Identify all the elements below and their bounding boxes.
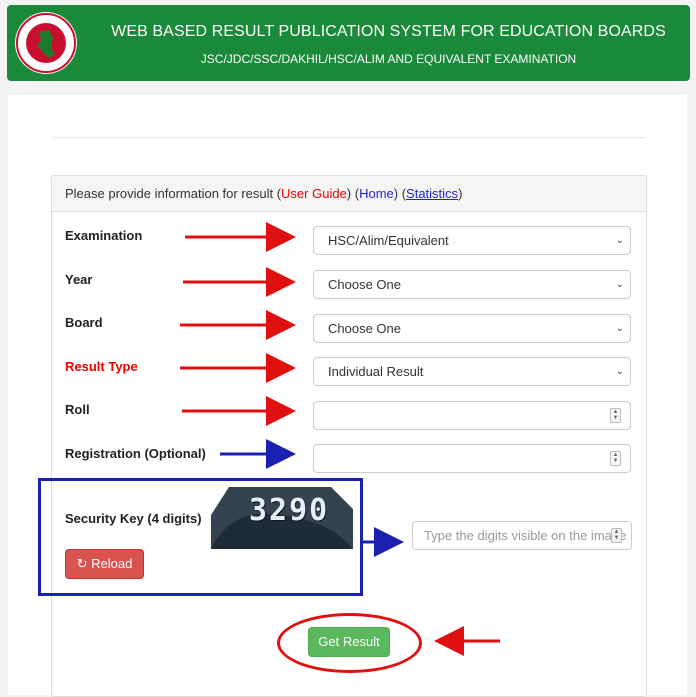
annotation-arrows [180, 222, 500, 656]
